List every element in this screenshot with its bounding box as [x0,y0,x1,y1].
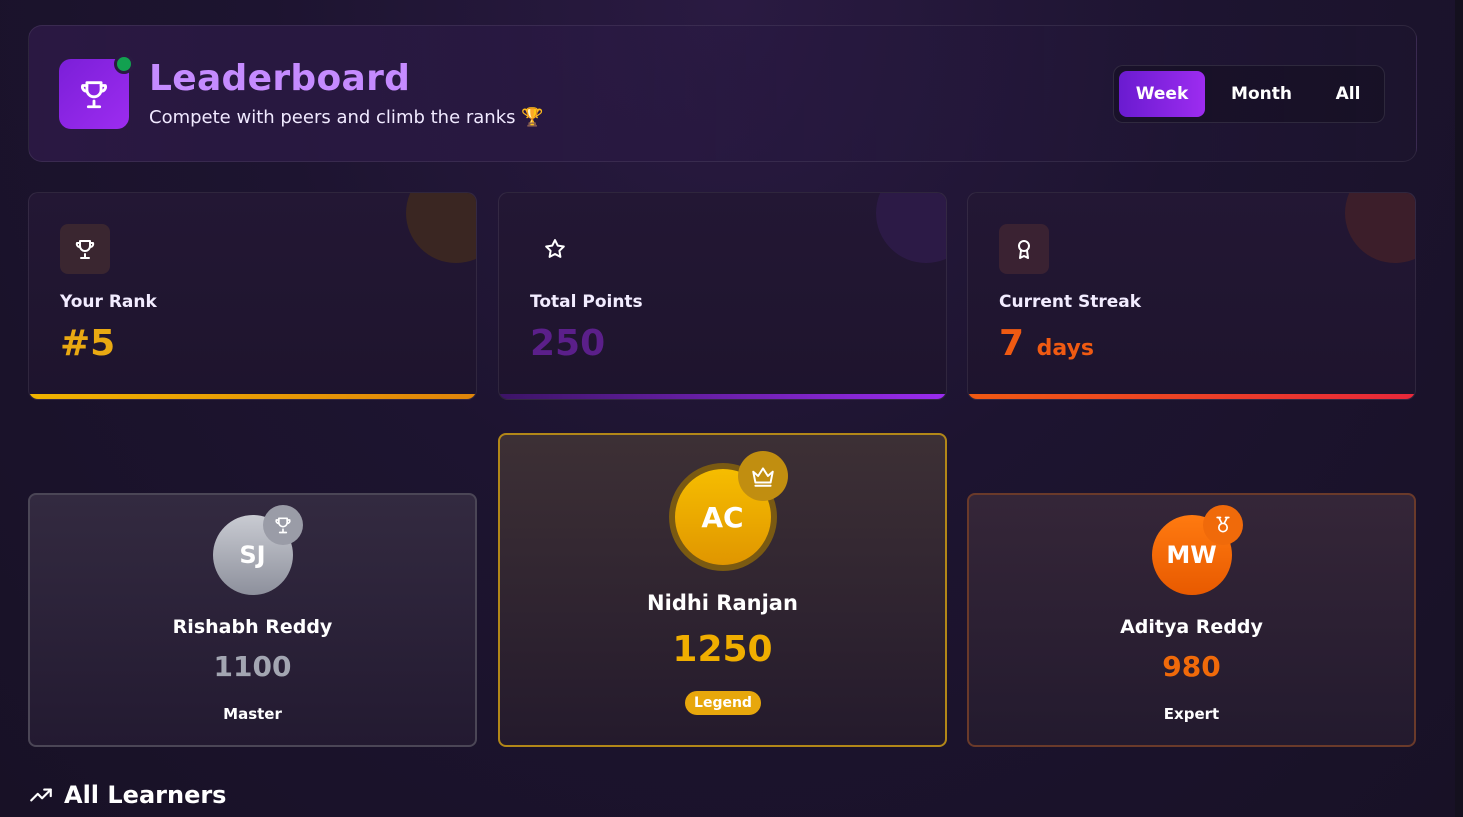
points-accent-bar [499,394,946,399]
learner-name: Rishabh Reddy [172,616,333,638]
points-value: 250 [530,323,606,364]
rank-icon-box [60,224,110,274]
period-month-button[interactable]: Month [1214,71,1309,117]
streak-icon-box [999,224,1049,274]
streak-accent-bar [968,394,1415,399]
learner-name: Nidhi Ranjan [647,591,798,615]
streak-unit: days [1036,336,1094,361]
all-learners-heading: All Learners [28,781,226,809]
crown-icon [752,467,774,487]
scrollbar[interactable] [1455,0,1463,817]
medal-icon [1216,516,1230,533]
period-toggle: Week Month All [1113,65,1385,123]
page-subtitle: Compete with peers and climb the ranks 🏆 [149,107,544,128]
rank-accent-bar [29,394,476,399]
streak-label: Current Streak [999,292,1142,312]
points-icon-box [530,224,580,274]
trophy-icon [275,517,291,534]
streak-number: 7 [999,323,1025,364]
rank-stat-card: Your Rank #5 [28,192,477,400]
learner-name: Aditya Reddy [1120,616,1263,638]
card-decoration [1345,193,1415,263]
learner-points: 980 [1162,650,1221,683]
online-status-indicator [114,54,134,74]
leaderboard-page: Leaderboard Compete with peers and climb… [0,0,1463,817]
tier-badge: Legend [685,691,761,715]
rank-label: Your Rank [60,292,157,312]
card-decoration [876,193,946,263]
period-all-button[interactable]: All [1316,71,1380,117]
award-icon [1018,240,1030,259]
period-week-button[interactable]: Week [1119,71,1205,117]
learner-points: 1250 [672,629,773,670]
rank-badge [263,505,303,545]
rank-badge [1203,505,1243,545]
rank-badge [738,451,788,501]
trophy-icon [81,81,107,109]
points-label: Total Points [530,292,643,312]
learner-tier: Expert [1163,705,1220,723]
streak-value: 7 days [999,323,1094,364]
podium-first-card[interactable]: AC Nidhi Ranjan 1250 Legend [498,433,947,747]
page-title: Leaderboard [149,58,411,99]
learner-points: 1100 [213,650,292,683]
card-decoration [406,193,476,263]
learner-tier: Master [223,705,282,723]
all-learners-title: All Learners [64,781,227,809]
podium-third-card[interactable]: MW Aditya Reddy 980 Expert [967,493,1416,747]
rank-value: #5 [60,323,116,364]
leaderboard-header: Leaderboard Compete with peers and climb… [28,25,1417,162]
trending-up-icon [30,788,52,802]
star-icon [545,239,565,258]
streak-stat-card: Current Streak 7 days [967,192,1416,400]
trophy-icon [75,240,95,259]
points-stat-card: Total Points 250 [498,192,947,400]
podium-second-card[interactable]: SJ Rishabh Reddy 1100 Master [28,493,477,747]
